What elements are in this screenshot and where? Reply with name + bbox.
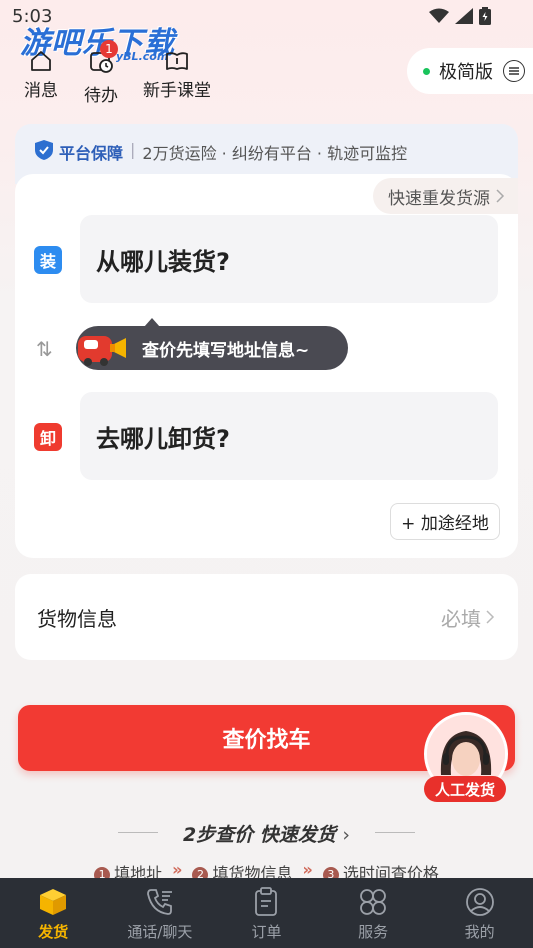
- grid-flower-icon: [360, 889, 386, 915]
- bottom-nav: 发货 通话/聊天 订单 服务 我的: [0, 878, 533, 948]
- chevron-right-icon: [496, 189, 505, 203]
- load-placeholder: 从哪儿装货?: [96, 247, 230, 276]
- nav-orders[interactable]: 订单: [213, 878, 320, 948]
- menu-icon: [503, 60, 525, 82]
- nav-label: 我的: [464, 923, 495, 941]
- todo-label: 待办: [84, 86, 118, 106]
- swap-icon[interactable]: ⇅: [36, 337, 53, 361]
- simple-mode-toggle[interactable]: 极简版: [407, 48, 533, 94]
- divider: [375, 832, 415, 833]
- steps-title-text: 2步查价 快速发货: [182, 824, 336, 846]
- goods-info-row[interactable]: 货物信息 必填: [15, 574, 518, 660]
- nav-label: 发货: [38, 923, 69, 941]
- messages-label: 消息: [24, 81, 58, 101]
- nav-services[interactable]: 服务: [320, 878, 427, 948]
- phone-chat-icon: [146, 889, 172, 915]
- nav-label: 通话/聊天: [127, 923, 193, 941]
- course-label: 新手课堂: [143, 81, 211, 101]
- guarantee-title: 平台保障: [59, 144, 124, 163]
- unload-tag: 卸: [34, 423, 62, 451]
- unload-placeholder: 去哪儿卸货?: [96, 424, 230, 453]
- agent-label[interactable]: 人工发货: [424, 776, 506, 802]
- todo-button[interactable]: 1 待办: [84, 40, 118, 106]
- nav-chat[interactable]: 通话/聊天: [107, 878, 214, 948]
- nav-ship[interactable]: 发货: [0, 878, 107, 948]
- nav-label: 订单: [251, 923, 282, 941]
- quick-resend-button[interactable]: 快速重发货源: [373, 178, 518, 214]
- chevron-right-icon: [486, 610, 495, 624]
- status-dot: [423, 67, 430, 75]
- unload-address-input[interactable]: 去哪儿卸货?: [80, 392, 498, 480]
- load-address-input[interactable]: 从哪儿装货?: [80, 215, 498, 303]
- shield-check-icon: [35, 140, 53, 160]
- divider: |: [130, 140, 136, 159]
- chevron-right-icon: ›: [342, 824, 351, 846]
- tooltip-text: 查价先填写地址信息~: [142, 340, 310, 361]
- wifi-icon: [429, 8, 449, 23]
- beginner-course-button[interactable]: 新手课堂: [143, 48, 211, 101]
- guarantee-text: 2万货运险 · 纠纷有平台 · 轨迹可监控: [142, 144, 408, 163]
- goods-required-hint: 必填: [441, 606, 481, 631]
- home-message-icon: [31, 51, 51, 71]
- messages-button[interactable]: 消息: [24, 48, 58, 101]
- clipboard-icon: [255, 887, 278, 916]
- mode-label: 极简版: [439, 62, 493, 83]
- address-tooltip: 查价先填写地址信息~: [76, 318, 348, 370]
- signal-icon: [455, 8, 473, 24]
- nav-mine[interactable]: 我的: [426, 878, 533, 948]
- user-icon: [465, 888, 494, 916]
- box-icon: [40, 889, 67, 915]
- todo-badge: 1: [100, 40, 118, 58]
- load-tag: 装: [34, 246, 62, 274]
- battery-icon: [479, 7, 491, 25]
- add-stop-button[interactable]: + 加途经地: [390, 503, 500, 540]
- book-icon: [166, 52, 188, 70]
- status-icons: [429, 7, 491, 25]
- steps-title: 2步查价 快速发货 ›: [0, 820, 533, 847]
- quick-resend-label: 快速重发货源: [388, 188, 490, 209]
- truck-mascot-icon: [78, 336, 126, 366]
- goods-label: 货物信息: [37, 606, 117, 631]
- nav-label: 服务: [358, 923, 389, 941]
